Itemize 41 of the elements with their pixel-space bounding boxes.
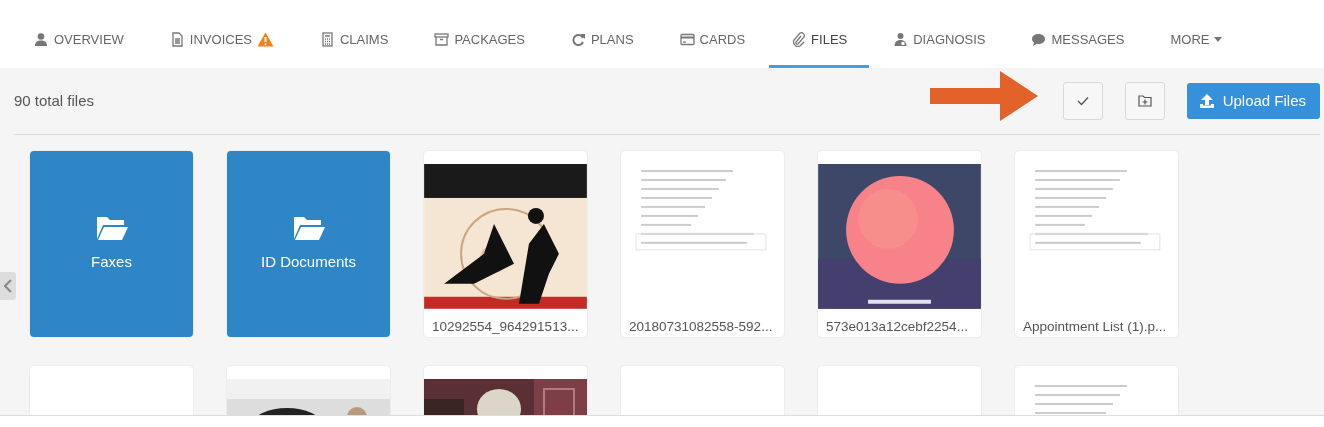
file-name: Appointment List (1).p... bbox=[1022, 317, 1168, 336]
doctor-icon bbox=[893, 32, 909, 47]
paperclip-icon bbox=[791, 32, 807, 47]
folder-tile[interactable]: ID Documents bbox=[227, 151, 390, 337]
nav-tab[interactable]: PLANS bbox=[548, 20, 656, 68]
upload-icon bbox=[1198, 93, 1215, 109]
folder-name: Faxes bbox=[91, 251, 132, 272]
scroll-left-button[interactable] bbox=[0, 272, 16, 300]
select-button[interactable] bbox=[1062, 82, 1103, 120]
nav-tab[interactable]: DIAGNOSIS bbox=[871, 20, 1008, 68]
file-tile[interactable]: 573e013a12cebf2254... bbox=[818, 151, 981, 337]
nav-tab[interactable]: OVERVIEW bbox=[12, 20, 146, 68]
nav-tab[interactable]: MORE bbox=[1148, 20, 1245, 68]
file-tile[interactable]: 10292554_964291513... bbox=[424, 151, 587, 337]
folder-tile[interactable]: Faxes bbox=[30, 151, 193, 337]
box-icon bbox=[434, 32, 450, 47]
checkmark-icon bbox=[1076, 96, 1089, 106]
folder-name: ID Documents bbox=[260, 251, 356, 272]
credit-card-icon bbox=[679, 32, 695, 47]
nav-tab[interactable]: INVOICES bbox=[147, 20, 296, 68]
folder-icon bbox=[95, 214, 128, 241]
file-name: 20180731082558-592... bbox=[628, 317, 774, 336]
upload-files-button[interactable]: Upload Files bbox=[1186, 83, 1320, 119]
calculator-icon bbox=[319, 32, 335, 47]
file-tile[interactable]: 20180731082558-592... bbox=[621, 151, 784, 337]
person-icon bbox=[34, 32, 49, 47]
new-folder-button[interactable] bbox=[1124, 82, 1165, 120]
file-tile[interactable]: Appointment List (1).p... bbox=[1015, 151, 1178, 337]
chevron-left-icon bbox=[4, 279, 12, 293]
redo-icon bbox=[570, 32, 586, 47]
document-icon bbox=[169, 32, 185, 47]
nav-tab[interactable]: MESSAGES bbox=[1009, 20, 1147, 68]
file-name: 573e013a12cebf2254... bbox=[825, 317, 969, 336]
folder-icon bbox=[292, 214, 325, 241]
folder-plus-icon bbox=[1137, 95, 1152, 107]
speech-bubble-icon bbox=[1031, 32, 1047, 47]
nav-tab[interactable]: CLAIMS bbox=[297, 20, 411, 68]
file-name: 10292554_964291513... bbox=[431, 317, 580, 336]
nav-tab[interactable]: CARDS bbox=[657, 20, 768, 68]
file-count: 90 total files bbox=[14, 90, 95, 111]
nav-tab[interactable]: PACKAGES bbox=[412, 20, 547, 68]
